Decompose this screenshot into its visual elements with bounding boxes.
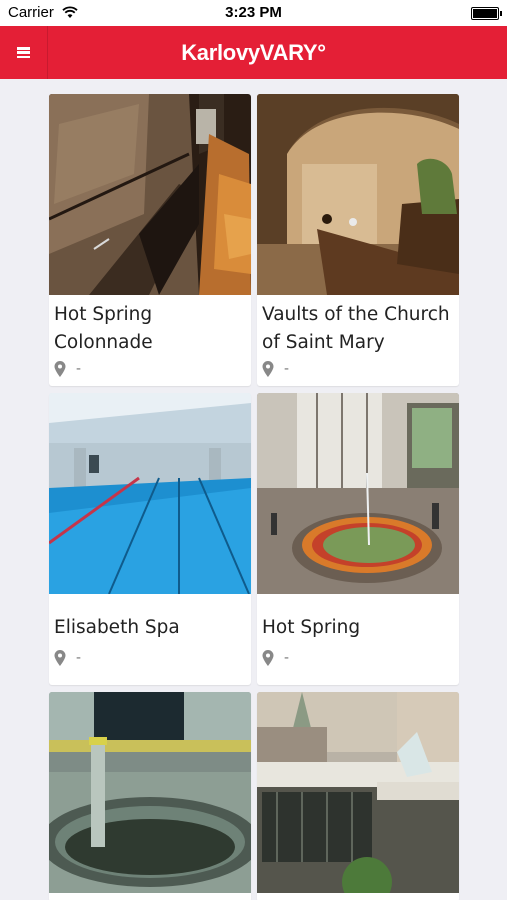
location-pin-icon (54, 360, 66, 377)
attraction-photo (257, 692, 459, 893)
attraction-photo (257, 393, 459, 594)
attraction-card-elisabeth-spa[interactable]: Elisabeth Spa - (49, 393, 251, 685)
attraction-photo (49, 393, 251, 594)
attraction-location-text: - (284, 649, 289, 666)
attraction-card-hot-spring[interactable]: Hot Spring - (257, 393, 459, 685)
attraction-location-text: - (76, 360, 81, 377)
location-pin-icon (54, 649, 66, 666)
clock: 3:23 PM (225, 4, 282, 21)
attraction-photo (49, 692, 251, 893)
battery-icon (471, 7, 502, 20)
attraction-location-text: - (284, 360, 289, 377)
attraction-card-drinking-fountain[interactable] (49, 692, 251, 900)
attraction-card-colonnade-building[interactable] (257, 692, 459, 900)
attraction-location: - (262, 649, 289, 666)
attraction-title: Hot Spring (262, 617, 361, 638)
attraction-location: - (54, 649, 81, 666)
attraction-title: Hot Spring Colonnade (54, 304, 153, 353)
attraction-location: - (262, 360, 289, 377)
attraction-card-hot-spring-colonnade[interactable]: Hot Spring Colonnade - (49, 94, 251, 386)
attraction-title: Elisabeth Spa (54, 617, 180, 638)
attraction-card-vaults-saint-mary[interactable]: Vaults of the Church of Saint Mary - (257, 94, 459, 386)
attraction-photo (49, 94, 251, 295)
app-logo: KarlovyVARY° (181, 40, 326, 65)
attraction-photo (257, 94, 459, 295)
attraction-location-text: - (76, 649, 81, 666)
location-pin-icon (262, 360, 274, 377)
location-pin-icon (262, 649, 274, 666)
status-bar: Carrier 3:23 PM (0, 0, 507, 26)
attraction-location: - (54, 360, 81, 377)
nav-bar: KarlovyVARY° (0, 26, 507, 79)
attraction-title: Vaults of the Church of Saint Mary (262, 304, 450, 353)
